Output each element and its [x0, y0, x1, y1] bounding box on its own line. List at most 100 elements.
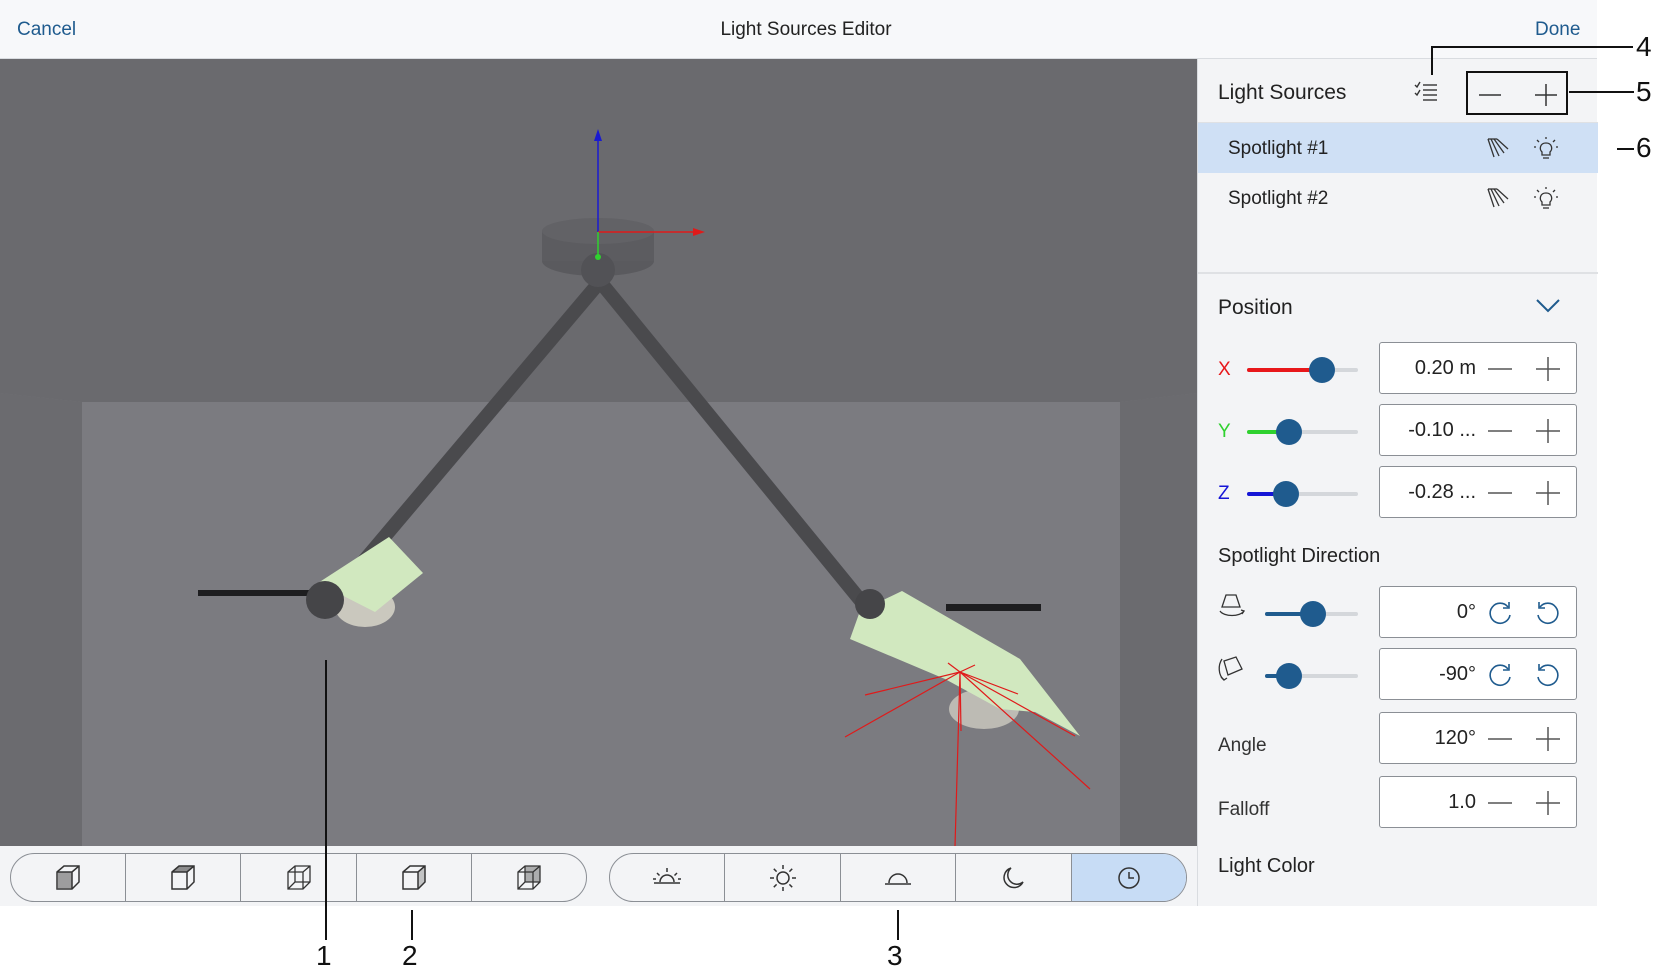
- x-increment-button[interactable]: [1534, 355, 1562, 383]
- sun-icon: [769, 864, 796, 891]
- spotlight-rotate-horizontal-icon: [1219, 594, 1246, 617]
- angle-increment-button[interactable]: [1534, 725, 1562, 753]
- angle-label: Angle: [1218, 735, 1267, 756]
- z-decrement-button[interactable]: [1486, 479, 1514, 507]
- add-remove-group: [1466, 71, 1568, 115]
- callout-5: 5: [1636, 76, 1652, 107]
- lighting-toolbar: [609, 853, 1187, 902]
- cube-view-back-icon: [517, 864, 541, 890]
- callout-line-2: [411, 910, 413, 940]
- callout-line-4: [1431, 46, 1633, 48]
- angle-value: 120°: [1434, 727, 1476, 749]
- wall-left: [0, 393, 82, 846]
- 3d-viewport[interactable]: [0, 59, 1197, 846]
- view-toolbar: [10, 853, 587, 902]
- position-title: Position: [1218, 296, 1293, 319]
- top-bar: Cancel Light Sources Editor Done: [0, 0, 1597, 59]
- cube-view-side-icon: [286, 864, 311, 890]
- callout-3: 3: [887, 940, 903, 971]
- sun-button[interactable]: [725, 854, 841, 901]
- z-slider-knob[interactable]: [1272, 481, 1299, 507]
- gizmo-origin: [595, 254, 601, 260]
- remove-light-button[interactable]: [1478, 83, 1502, 107]
- callout-line-6: [1617, 148, 1634, 150]
- cube-view-side-button[interactable]: [241, 854, 357, 901]
- z-increment-button[interactable]: [1534, 479, 1562, 507]
- z-value-field[interactable]: -0.28 ...: [1379, 466, 1577, 518]
- rotate-counterclockwise-button[interactable]: [1534, 661, 1562, 689]
- bulb-icon[interactable]: [1533, 135, 1559, 161]
- rotate-clockwise-button[interactable]: [1486, 661, 1514, 689]
- scene-canvas[interactable]: [0, 59, 1197, 846]
- spotlight-rotate-vertical-icon: [1218, 656, 1243, 681]
- direction-v-value: -90°: [1439, 663, 1476, 685]
- y-slider-knob[interactable]: [1276, 419, 1303, 445]
- clock-icon: [1118, 866, 1140, 889]
- section-divider: [1198, 272, 1598, 274]
- callout-1: 1: [316, 940, 332, 971]
- direction-v-slider-knob[interactable]: [1276, 663, 1303, 689]
- angle-decrement-button[interactable]: [1486, 725, 1514, 753]
- clock-button[interactable]: [1071, 854, 1186, 901]
- cube-view-top-icon: [171, 864, 196, 890]
- direction-h-slider-knob[interactable]: [1300, 601, 1327, 627]
- wall-center: [82, 402, 1120, 846]
- y-value-field[interactable]: -0.10 ...: [1379, 404, 1577, 456]
- sunrise-button[interactable]: [610, 854, 726, 901]
- angle-value-field[interactable]: 120°: [1379, 712, 1577, 764]
- falloff-value: 1.0: [1448, 791, 1476, 813]
- z-value: -0.28 ...: [1408, 481, 1476, 503]
- axis-y-label: Y: [1218, 421, 1231, 442]
- rotate-counterclockwise-button[interactable]: [1534, 599, 1562, 627]
- direction-v-value-field[interactable]: -90°: [1379, 648, 1577, 700]
- light-source-item-spotlight-1[interactable]: Spotlight #1: [1198, 123, 1598, 173]
- left-joint: [306, 581, 344, 619]
- add-light-button[interactable]: [1534, 83, 1558, 107]
- right-bar: [946, 604, 1041, 611]
- falloff-value-field[interactable]: 1.0: [1379, 776, 1577, 828]
- checklist-icon[interactable]: [1413, 79, 1439, 103]
- light-source-label: Spotlight #1: [1228, 138, 1329, 159]
- falloff-label: Falloff: [1218, 799, 1270, 820]
- direction-h-value-field[interactable]: 0°: [1379, 586, 1577, 638]
- cube-view-right-button[interactable]: [357, 854, 472, 901]
- bulb-icon[interactable]: [1533, 185, 1559, 211]
- light-color-title: Light Color: [1218, 855, 1315, 877]
- falloff-decrement-button[interactable]: [1486, 789, 1514, 817]
- callout-2: 2: [402, 940, 418, 971]
- spotlight-direction-title: Spotlight Direction: [1218, 545, 1381, 567]
- x-value-field[interactable]: 0.20 m: [1379, 342, 1577, 394]
- x-slider-knob[interactable]: [1309, 357, 1336, 383]
- light-source-label: Spotlight #2: [1228, 188, 1329, 209]
- spotlight-beam-icon[interactable]: [1485, 135, 1511, 161]
- callout-6: 6: [1636, 132, 1652, 163]
- right-panel: Light Sources Spotlight #1 Spotlight #2 …: [1197, 59, 1598, 906]
- axis-z-label: Z: [1218, 483, 1230, 504]
- spotlight-beam-icon[interactable]: [1485, 185, 1511, 211]
- x-value: 0.20 m: [1414, 357, 1476, 379]
- cube-view-back-button[interactable]: [472, 854, 586, 901]
- wall-right: [1120, 393, 1197, 846]
- callout-line-5: [1569, 91, 1634, 93]
- dome-light-button[interactable]: [841, 854, 957, 901]
- light-sources-title: Light Sources: [1218, 81, 1347, 104]
- axis-x-label: X: [1218, 359, 1231, 380]
- cube-view-front-button[interactable]: [11, 854, 127, 901]
- moon-button[interactable]: [956, 854, 1072, 901]
- x-decrement-button[interactable]: [1486, 355, 1514, 383]
- right-joint: [855, 589, 885, 619]
- light-sources-header: Light Sources: [1198, 59, 1598, 123]
- direction-h-value: 0°: [1456, 601, 1476, 623]
- light-source-item-spotlight-2[interactable]: Spotlight #2: [1198, 173, 1598, 223]
- cube-view-top-button[interactable]: [126, 854, 242, 901]
- callout-line-1: [325, 660, 327, 940]
- moon-icon: [1003, 866, 1025, 888]
- rotate-clockwise-button[interactable]: [1486, 599, 1514, 627]
- y-value: -0.10 ...: [1408, 419, 1476, 441]
- falloff-increment-button[interactable]: [1534, 789, 1562, 817]
- y-increment-button[interactable]: [1534, 417, 1562, 445]
- done-button[interactable]: Done: [1535, 19, 1580, 41]
- y-decrement-button[interactable]: [1486, 417, 1514, 445]
- cube-view-front-icon: [56, 864, 80, 890]
- chevron-down-icon[interactable]: [1534, 294, 1562, 316]
